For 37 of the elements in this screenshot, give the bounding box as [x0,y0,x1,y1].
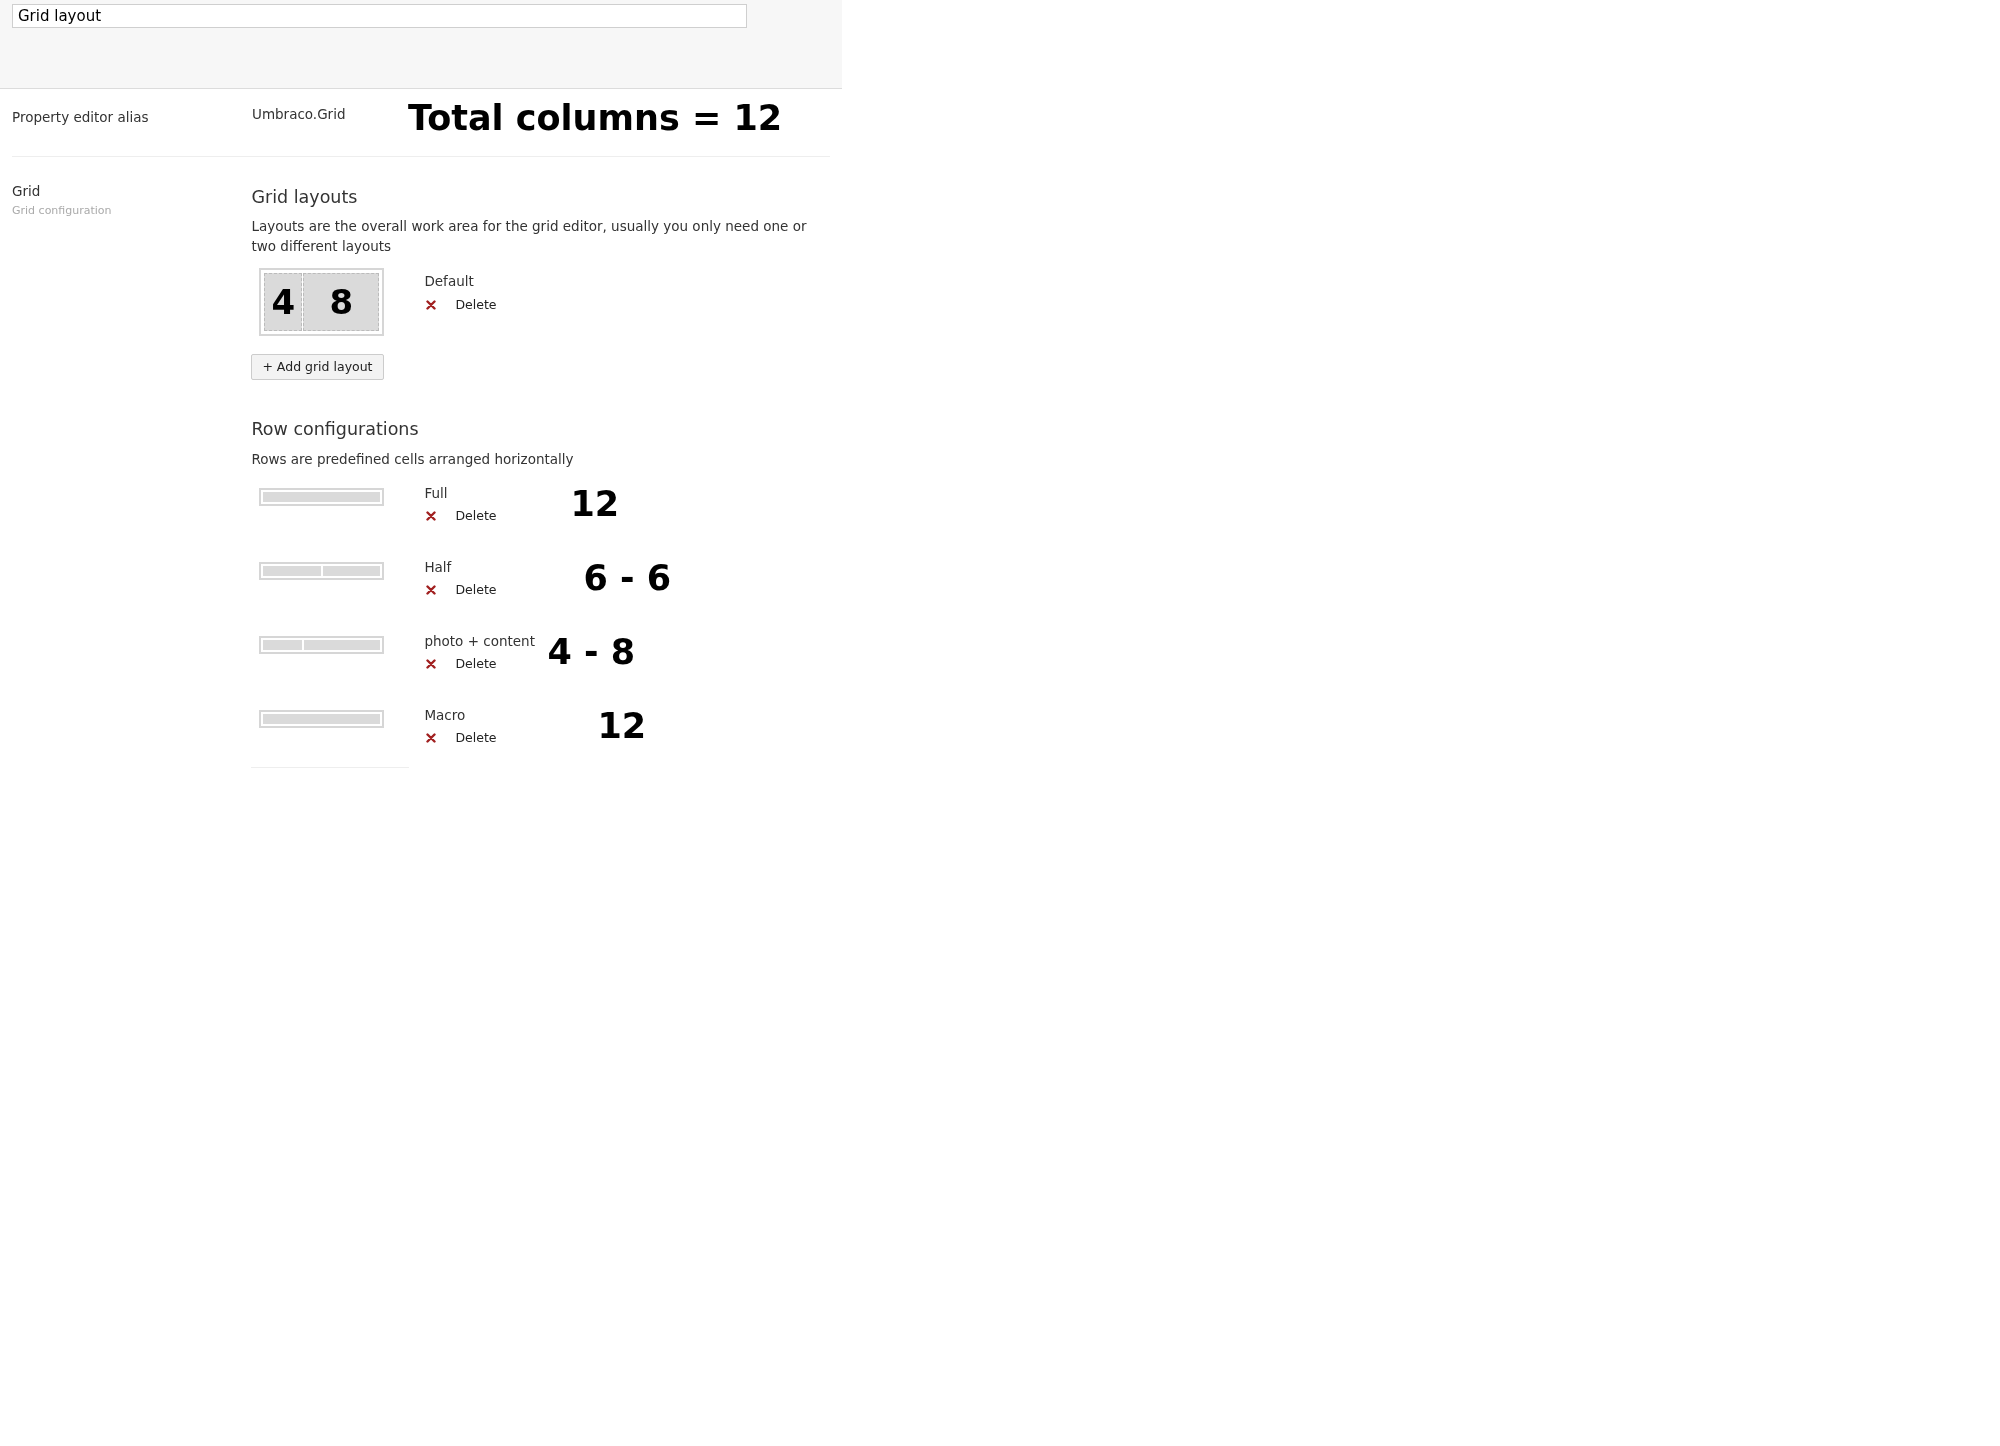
section-description: Rows are predefined cells arranged horizontally [251,449,575,469]
annotation-text: Total columns = 12 [408,97,783,140]
layout-thumbnail[interactable]: 4 8 [259,268,385,337]
delete-link[interactable]: Delete [455,655,497,674]
row-thumbnail[interactable] [259,561,385,580]
layout-cell: 4 [264,273,303,332]
row-name: Macro [424,705,467,725]
section-heading: Row configurations [251,418,420,442]
name-field[interactable]: Grid layout [12,4,747,28]
add-grid-layout-button[interactable]: + Add grid layout [251,354,384,381]
row-thumbnail[interactable] [259,487,385,506]
delete-link[interactable]: Delete [455,295,497,315]
layout-name: Default [424,272,475,292]
delete-icon[interactable] [426,659,437,670]
layout-cell: 8 [303,273,380,332]
row-thumbnail[interactable] [259,709,385,728]
row-thumbnail[interactable] [259,635,385,654]
annotation-text: 12 [570,482,620,526]
row-name: photo + content [424,631,535,651]
delete-icon[interactable] [426,733,437,744]
section-heading: Grid layouts [251,186,359,209]
property-label: Property editor alias [12,108,150,127]
property-value: Umbraco.Grid [252,105,347,124]
property-label: Grid [12,182,42,201]
delete-link[interactable]: Delete [455,729,497,748]
property-description: Grid configuration [12,203,113,220]
row-name: Full [424,483,449,503]
annotation-text: 12 [597,704,647,748]
annotation-text: 4 - 8 [547,630,636,674]
delete-icon[interactable] [426,299,437,310]
annotation-text: 6 - 6 [583,556,672,600]
row-name: Half [424,557,453,577]
delete-link[interactable]: Delete [455,507,497,526]
delete-icon[interactable] [426,585,437,596]
delete-icon[interactable] [426,511,437,522]
section-description: Layouts are the overall work area for the grid editor, usually you only need one or two different layouts [251,217,808,257]
delete-link[interactable]: Delete [455,581,497,600]
